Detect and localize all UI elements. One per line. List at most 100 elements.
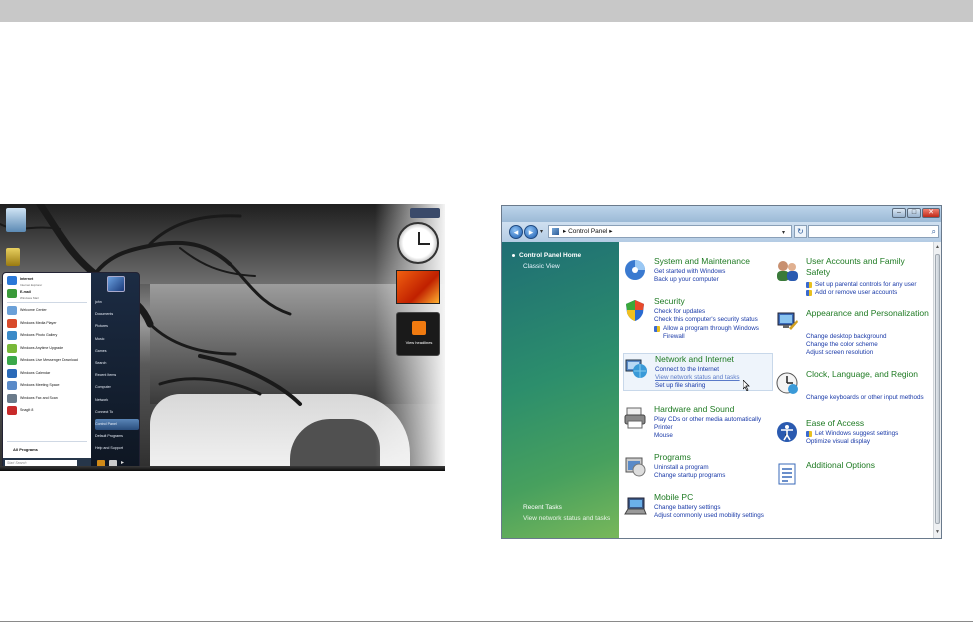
category-link[interactable]: Check this computer's security status — [654, 316, 772, 324]
appearance-icon[interactable] — [775, 310, 799, 334]
pinned-sublabel: Internet Explorer — [20, 283, 43, 287]
start-recent-item[interactable]: Windows Photo Gallery — [5, 330, 89, 341]
start-place-item[interactable]: Control Panel — [95, 419, 139, 430]
category-title[interactable]: Clock, Language, and Region — [806, 369, 930, 380]
category-title[interactable]: Security — [654, 296, 685, 307]
search-icon[interactable]: ⌕ — [932, 226, 936, 237]
programs-icon[interactable] — [623, 454, 647, 478]
category-link[interactable]: Get started with Windows — [654, 268, 725, 276]
vertical-scrollbar[interactable]: ▲ ▼ — [933, 242, 941, 538]
start-place-item[interactable]: Documents — [95, 309, 139, 320]
window-titlebar[interactable]: – □ ✕ — [502, 206, 941, 222]
feed-headlines-gadget[interactable]: View headlines — [396, 312, 440, 356]
user-accounts-icon[interactable] — [775, 258, 799, 282]
back-button[interactable]: ◂ — [509, 225, 523, 239]
category-link[interactable]: Adjust screen resolution — [806, 349, 873, 357]
start-pinned-item[interactable]: Internet Internet Explorer — [5, 275, 89, 287]
category-link[interactable]: Change the color scheme — [806, 341, 878, 349]
category-link[interactable]: Change startup programs — [654, 472, 725, 480]
address-crumb[interactable]: Control Panel — [568, 228, 607, 235]
category-title[interactable]: Additional Options — [806, 460, 875, 471]
security-shield-icon[interactable] — [623, 298, 647, 322]
category-link[interactable]: Uninstall a program — [654, 464, 709, 472]
category-link[interactable]: Add or remove user accounts — [806, 289, 897, 297]
category-title[interactable]: Hardware and Sound — [654, 404, 734, 415]
start-place-item[interactable]: Computer — [95, 382, 139, 393]
category-link[interactable]: Change keyboards or other input methods — [806, 394, 924, 402]
start-place-item[interactable]: Recent Items — [95, 370, 139, 381]
all-programs-button[interactable]: All Programs — [5, 445, 89, 455]
category-link[interactable]: Set up file sharing — [655, 382, 705, 390]
recent-task-link[interactable]: View network status and tasks — [523, 515, 610, 522]
close-button[interactable]: ✕ — [922, 208, 940, 218]
category-title[interactable]: Network and Internet — [655, 354, 734, 365]
start-place-item[interactable]: Music — [95, 334, 139, 345]
category-link[interactable]: Printer — [654, 424, 673, 432]
network-globe-icon[interactable] — [624, 356, 648, 380]
category-title[interactable]: Mobile PC — [654, 492, 693, 503]
maximize-button[interactable]: □ — [907, 208, 921, 218]
category-link[interactable]: Let Windows suggest settings — [806, 430, 898, 438]
category-link[interactable]: Adjust commonly used mobility settings — [654, 512, 772, 520]
category-hardware-printer: Hardware and Sound Play CDs or other medi… — [623, 404, 773, 442]
start-recent-item[interactable]: Windows Fax and Scan — [5, 393, 89, 404]
category-link[interactable]: Connect to the Internet — [655, 366, 719, 374]
start-recent-item[interactable]: Windows Live Messenger Download — [5, 355, 89, 366]
system-maintenance-icon[interactable] — [623, 258, 647, 282]
category-link[interactable]: Play CDs or other media automatically — [654, 416, 772, 424]
category-title[interactable]: System and Maintenance — [654, 256, 750, 267]
category-link[interactable]: Check for updates — [654, 308, 705, 316]
sidebar-controls[interactable] — [410, 208, 440, 218]
start-place-item[interactable]: Pictures — [95, 321, 139, 332]
category-title[interactable]: Ease of Access — [806, 418, 864, 429]
clock-globe-icon[interactable] — [775, 371, 799, 395]
category-title[interactable]: User Accounts and Family Safety — [806, 256, 930, 278]
category-link[interactable]: Change desktop background — [806, 333, 887, 341]
category-link[interactable]: Optimize visual display — [806, 438, 870, 446]
start-recent-item[interactable]: Welcome Center — [5, 305, 89, 316]
category-title[interactable]: Appearance and Personalization — [806, 308, 930, 319]
category-title[interactable]: Programs — [654, 452, 691, 463]
category-link[interactable]: View network status and tasks — [655, 374, 740, 382]
category-link[interactable]: Set up parental controls for any user — [806, 281, 924, 289]
mobile-pc-icon[interactable] — [623, 494, 647, 518]
recent-pages-dropdown[interactable]: ▾ — [540, 228, 543, 235]
ease-of-access-icon[interactable] — [775, 420, 799, 444]
start-recent-item[interactable]: Windows Media Player — [5, 318, 89, 329]
category-link[interactable]: Change battery settings — [654, 504, 721, 512]
slideshow-gadget[interactable] — [396, 270, 440, 304]
address-dropdown[interactable]: ▾ — [782, 229, 785, 236]
scroll-up-icon[interactable]: ▲ — [935, 244, 940, 250]
start-recent-item[interactable]: Windows Meeting Space — [5, 380, 89, 391]
scrollbar-thumb[interactable] — [935, 254, 940, 524]
start-place-item[interactable]: Games — [95, 346, 139, 357]
start-place-item[interactable]: Default Programs — [95, 431, 139, 442]
minimize-button[interactable]: – — [892, 208, 906, 218]
address-bar[interactable]: ▸ Control Panel ▸ — [548, 225, 792, 238]
start-place-item[interactable]: Help and Support — [95, 443, 139, 454]
taskbar[interactable] — [0, 466, 445, 471]
start-place-item[interactable]: Search — [95, 358, 139, 369]
start-place-item[interactable]: Connect To — [95, 407, 139, 418]
scroll-down-icon[interactable]: ▼ — [935, 529, 940, 535]
search-input[interactable]: ⌕ — [808, 225, 939, 238]
additional-options-icon[interactable] — [775, 462, 799, 486]
desktop-folder-icon[interactable] — [6, 248, 20, 266]
classic-view-link[interactable]: Classic View — [523, 263, 560, 270]
start-pinned-item[interactable]: E-mail Windows Mail — [5, 288, 89, 300]
start-recent-item[interactable]: Windows Anytime Upgrade — [5, 343, 89, 354]
recycle-bin-icon[interactable] — [6, 208, 26, 232]
category-link[interactable]: Mouse — [654, 432, 673, 440]
start-place-item[interactable]: Network — [95, 395, 139, 406]
start-place-item[interactable]: john — [95, 297, 139, 308]
forward-button[interactable]: ▸ — [524, 225, 538, 239]
header-bar — [0, 0, 973, 22]
start-recent-item[interactable]: SnagIt 8 — [5, 405, 89, 416]
mouse-pointer-icon — [743, 380, 750, 391]
hardware-printer-icon[interactable] — [623, 406, 647, 430]
category-link[interactable]: Allow a program through Windows Firewall — [654, 325, 772, 341]
control-panel-home-link[interactable]: Control Panel Home — [512, 252, 581, 259]
refresh-button[interactable]: ↻ — [794, 225, 807, 238]
category-link[interactable]: Back up your computer — [654, 276, 719, 284]
start-recent-item[interactable]: Windows Calendar — [5, 368, 89, 379]
